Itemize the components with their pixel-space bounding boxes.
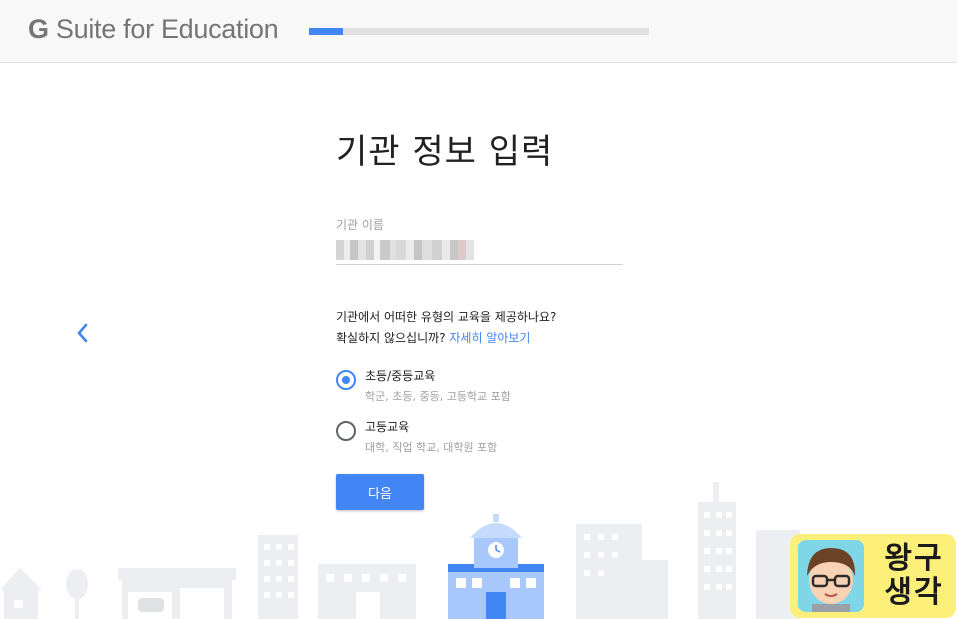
logo-text: Suite for Education — [48, 14, 279, 44]
cartoon-avatar-icon — [798, 540, 864, 612]
question-text: 기관에서 어떠한 유형의 교육을 제공하나요? — [336, 310, 557, 324]
school-icon — [448, 514, 544, 619]
option-higher-ed-title: 고등교육 — [365, 420, 410, 434]
org-name-input[interactable] — [336, 236, 623, 265]
radio-higher-ed[interactable] — [336, 421, 356, 441]
progress-fill — [309, 28, 343, 35]
chevron-left-icon — [77, 323, 88, 343]
question-hint-text: 확실하지 않으십니까? — [336, 331, 450, 345]
option-higher-ed-description: 대학, 직업 학교, 대학원 포함 — [365, 441, 498, 454]
watermark-line1: 왕구 — [884, 541, 944, 576]
learn-more-link[interactable]: 자세히 알아보기 — [449, 331, 530, 345]
logo-g: G — [28, 14, 49, 44]
gsuite-logo: G Suite for Education — [28, 14, 279, 45]
progress-bar — [309, 28, 649, 35]
back-button[interactable] — [72, 320, 94, 346]
education-type-question: 기관에서 어떠한 유형의 교육을 제공하나요? 확실하지 않으십니까? 자세히 … — [336, 307, 556, 349]
option-k12-title: 초등/중등교육 — [365, 369, 436, 383]
radio-k12[interactable] — [336, 370, 356, 390]
header-bar: G Suite for Education — [0, 0, 957, 63]
option-k12-description: 학군, 초등, 중등, 고등학교 포함 — [365, 390, 511, 403]
watermark-line2: 생각 — [884, 575, 944, 610]
question-hint: 확실하지 않으십니까? 자세히 알아보기 — [336, 328, 556, 349]
wanggu-watermark: 왕구 생각 — [790, 534, 956, 618]
page-title: 기관 정보 입력 — [336, 132, 554, 172]
option-k12[interactable]: 초등/중등교육 학군, 초등, 중등, 고등학교 포함 — [336, 367, 636, 409]
watermark-text: 왕구 생각 — [876, 542, 952, 610]
org-name-label: 기관 이름 — [336, 218, 384, 232]
option-higher-ed[interactable]: 고등교육 대학, 직업 학교, 대학원 포함 — [336, 418, 636, 460]
